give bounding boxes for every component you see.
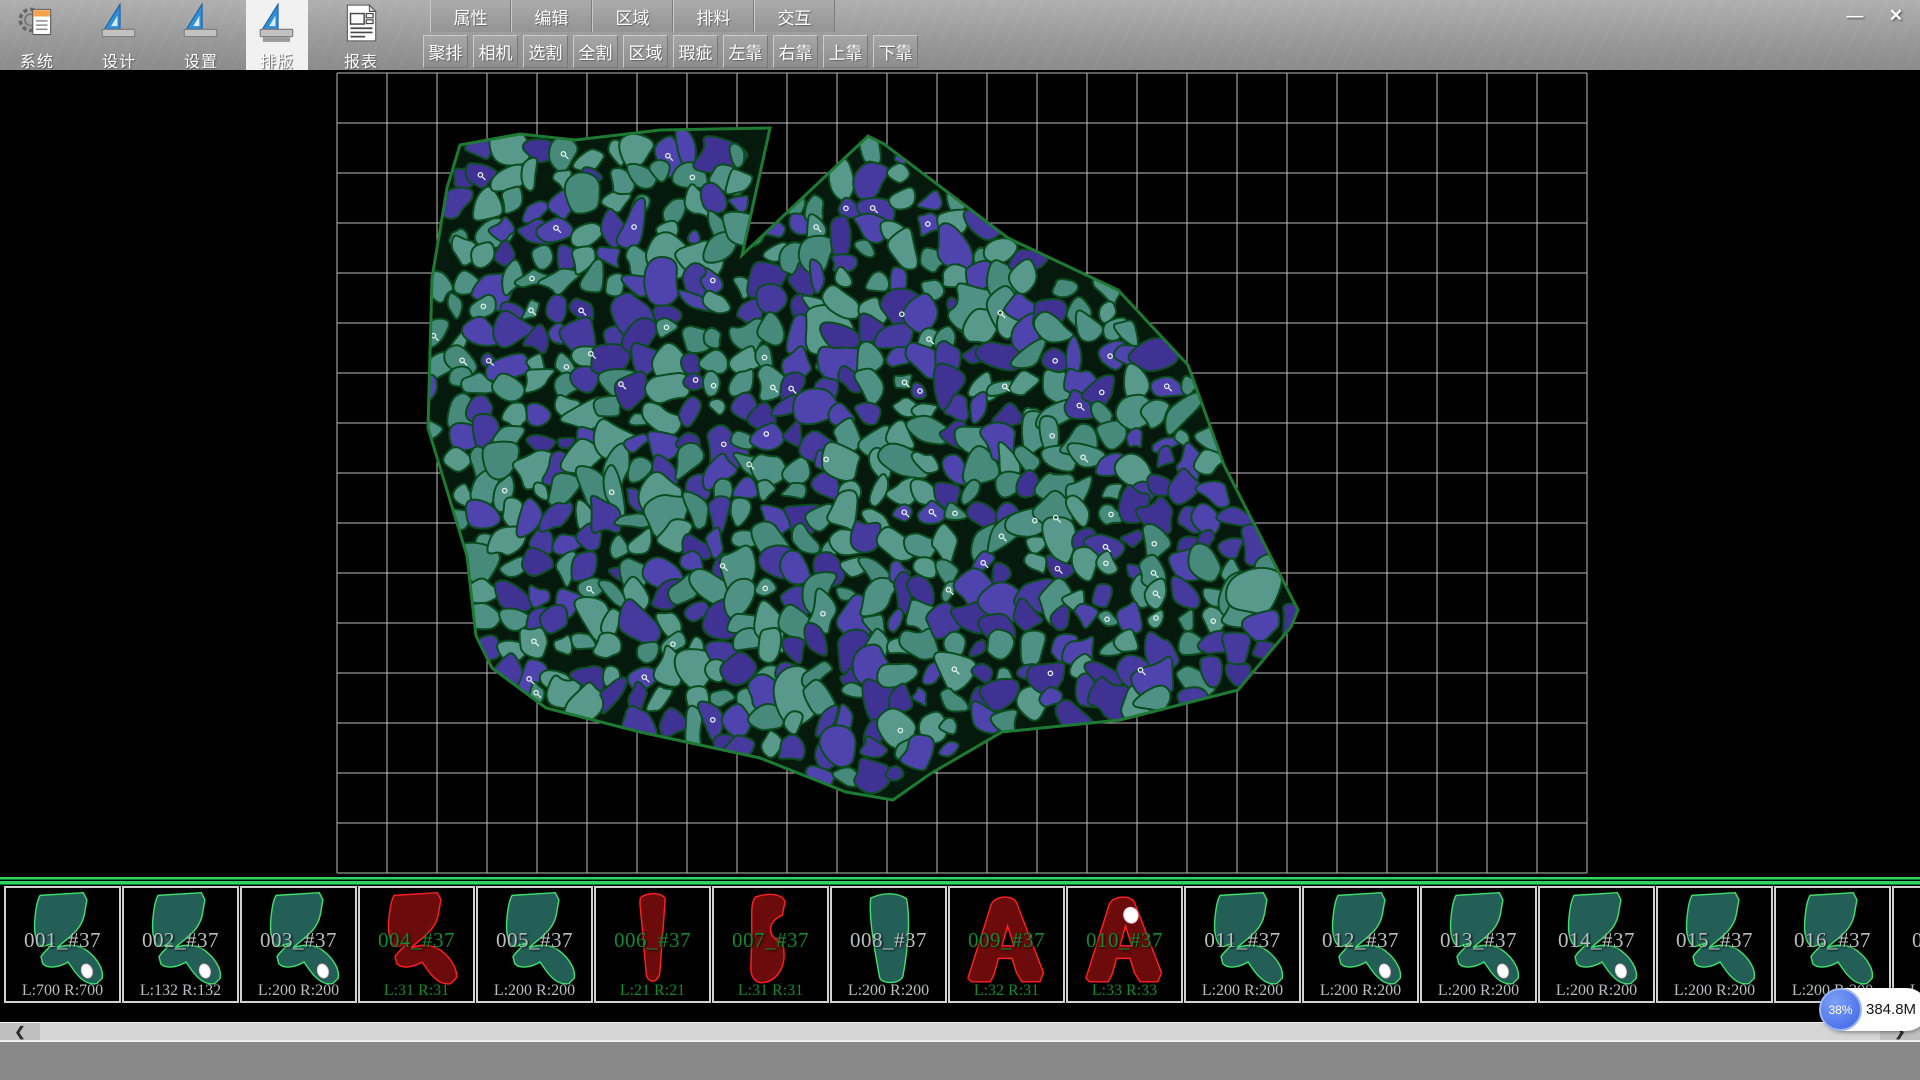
scroll-left-button[interactable]: ❮	[0, 1023, 40, 1041]
memory-status-badge: 38% 384.8M	[1822, 988, 1920, 1031]
piece-thumbnail-004_#37[interactable]: 004_#37 L:31 R:31	[358, 886, 475, 1003]
nesting-canvas[interactable]	[0, 70, 1920, 877]
action-button-8[interactable]: 右靠	[773, 35, 818, 68]
piece-thumbnail-003_#37[interactable]: 003_#37 L:200 R:200	[240, 886, 357, 1003]
piece-thumbnail-007_#37[interactable]: 007_#37 L:31 R:31	[712, 886, 829, 1003]
window-controls: — ✕	[1837, 3, 1914, 28]
action-button-5[interactable]: 区域	[623, 35, 668, 68]
piece-name: 012_#37	[1304, 928, 1417, 953]
piece-lr-count: L:200 R:200	[1658, 982, 1771, 1000]
action-button-2[interactable]: 相机	[473, 35, 518, 68]
set-square-icon	[98, 2, 140, 48]
piece-name: 005_#37	[478, 928, 591, 953]
piece-lr-count: L:32 R:31	[950, 982, 1063, 1000]
gear-icon	[16, 2, 58, 48]
strip-divider	[0, 877, 1920, 885]
piece-lr-count: L:200 R:200	[1304, 982, 1417, 1000]
piece-thumbnail-006_#37[interactable]: 006_#37 L:21 R:21	[594, 886, 711, 1003]
piece-thumbnail-009_#37[interactable]: 009_#37 L:32 R:31	[948, 886, 1065, 1003]
piece-name: 014_#37	[1540, 928, 1653, 953]
main-button-label: 设置	[184, 48, 218, 72]
menu-tab-2[interactable]: 编辑	[511, 0, 592, 32]
piece-lr-count: L:200 R:200	[1422, 982, 1535, 1000]
piece-thumbnail-001_#37[interactable]: 001_#37 L:700 R:700	[4, 886, 121, 1003]
app-window: 系统 设计 设置 排版 报表 属性编辑区域排料交互 聚排相机选割全割区域瑕疵左靠右靠上靠…	[0, 0, 1920, 1080]
piece-lr-count: L:31 R:31	[360, 982, 473, 1000]
report-icon	[340, 2, 382, 48]
menu-tab-4[interactable]: 排料	[673, 0, 754, 32]
piece-lr-count: L:31 R:31	[714, 982, 827, 1000]
piece-thumbnail-010_#37[interactable]: 010_#37 L:33 R:33	[1066, 886, 1183, 1003]
main-button-1[interactable]: 系统	[6, 0, 68, 70]
minimize-button[interactable]: —	[1837, 3, 1873, 28]
piece-lr-count: L:33 R:33	[1068, 982, 1181, 1000]
action-button-row: 聚排相机选割全割区域瑕疵左靠右靠上靠下靠	[423, 33, 918, 70]
action-button-3[interactable]: 选割	[523, 35, 568, 68]
piece-name: 004_#37	[360, 928, 473, 953]
main-button-3[interactable]: 设置	[170, 0, 232, 70]
set-square-icon	[180, 2, 222, 48]
piece-name: 015_#37	[1658, 928, 1771, 953]
action-button-9[interactable]: 上靠	[823, 35, 868, 68]
piece-name: 013_#37	[1422, 928, 1535, 953]
piece-lr-count: L:132 R:132	[124, 982, 237, 1000]
main-button-label: 系统	[20, 48, 54, 72]
menu-tab-3[interactable]: 区域	[592, 0, 673, 32]
action-button-1[interactable]: 聚排	[423, 35, 468, 68]
menu-tab-5[interactable]: 交互	[754, 0, 835, 32]
piece-lr-count: L:200 R:200	[242, 982, 355, 1000]
action-button-10[interactable]: 下靠	[873, 35, 918, 68]
action-button-7[interactable]: 左靠	[723, 35, 768, 68]
menu-tab-1[interactable]: 属性	[430, 0, 511, 32]
piece-thumbnail-013_#37[interactable]: 013_#37 L:200 R:200	[1420, 886, 1537, 1003]
piece-lr-count: L:200 R:200	[478, 982, 591, 1000]
pieces-thumbnail-strip: 001_#37L:700 R:700002_#37L:132 R:132003_…	[0, 886, 1920, 1004]
piece-name: 003_#37	[242, 928, 355, 953]
piece-name: 010_#37	[1068, 928, 1181, 953]
main-button-5[interactable]: 报表	[330, 0, 392, 70]
main-button-4[interactable]: 排版	[246, 0, 308, 70]
piece-name: 002_#37	[124, 928, 237, 953]
piece-thumbnail-008_#37[interactable]: 008_#37 L:200 R:200	[830, 886, 947, 1003]
main-button-label: 报表	[344, 48, 378, 72]
horizontal-scrollbar[interactable]: ❮ ❯	[0, 1022, 1920, 1040]
piece-name: 017_#37	[1894, 928, 1920, 953]
memory-value: 384.8M	[1866, 1001, 1916, 1018]
piece-lr-count: L:200 R:200	[1186, 982, 1299, 1000]
piece-thumbnail-015_#37[interactable]: 015_#37 L:200 R:200	[1656, 886, 1773, 1003]
main-button-label: 排版	[260, 48, 294, 72]
piece-thumbnail-017_#37[interactable]: 017_#37L:200 R:200	[1892, 886, 1920, 1003]
progress-percent: 38%	[1828, 1003, 1852, 1017]
piece-name: 016_#37	[1776, 928, 1889, 953]
piece-lr-count: L:700 R:700	[6, 982, 119, 1000]
action-button-4[interactable]: 全割	[573, 35, 618, 68]
piece-name: 006_#37	[596, 928, 709, 953]
piece-thumbnail-012_#37[interactable]: 012_#37 L:200 R:200	[1302, 886, 1419, 1003]
close-button[interactable]: ✕	[1878, 3, 1914, 28]
piece-lr-count: L:200 R:200	[832, 982, 945, 1000]
piece-lr-count: L:200 R:200	[1540, 982, 1653, 1000]
set-square-icon	[256, 2, 298, 48]
piece-lr-count: L:21 R:21	[596, 982, 709, 1000]
nesting-layout-view[interactable]	[0, 70, 1920, 877]
piece-thumbnail-014_#37[interactable]: 014_#37 L:200 R:200	[1538, 886, 1655, 1003]
progress-circle: 38%	[1819, 988, 1862, 1031]
toolbar: 系统 设计 设置 排版 报表 属性编辑区域排料交互 聚排相机选割全割区域瑕疵左靠右靠上靠…	[0, 0, 1920, 70]
piece-thumbnail-011_#37[interactable]: 011_#37 L:200 R:200	[1184, 886, 1301, 1003]
main-button-2[interactable]: 设计	[88, 0, 150, 70]
piece-name: 011_#37	[1186, 928, 1299, 953]
piece-name: 001_#37	[6, 928, 119, 953]
piece-name: 008_#37	[832, 928, 945, 953]
piece-thumbnail-016_#37[interactable]: 016_#37L:200 R:200	[1774, 886, 1891, 1003]
piece-name: 007_#37	[714, 928, 827, 953]
piece-thumbnail-002_#37[interactable]: 002_#37 L:132 R:132	[122, 886, 239, 1003]
status-bar	[0, 1040, 1920, 1080]
piece-thumbnail-005_#37[interactable]: 005_#37 L:200 R:200	[476, 886, 593, 1003]
piece-name: 009_#37	[950, 928, 1063, 953]
main-button-label: 设计	[102, 48, 136, 72]
menu-tab-row: 属性编辑区域排料交互	[430, 0, 835, 32]
action-button-6[interactable]: 瑕疵	[673, 35, 718, 68]
